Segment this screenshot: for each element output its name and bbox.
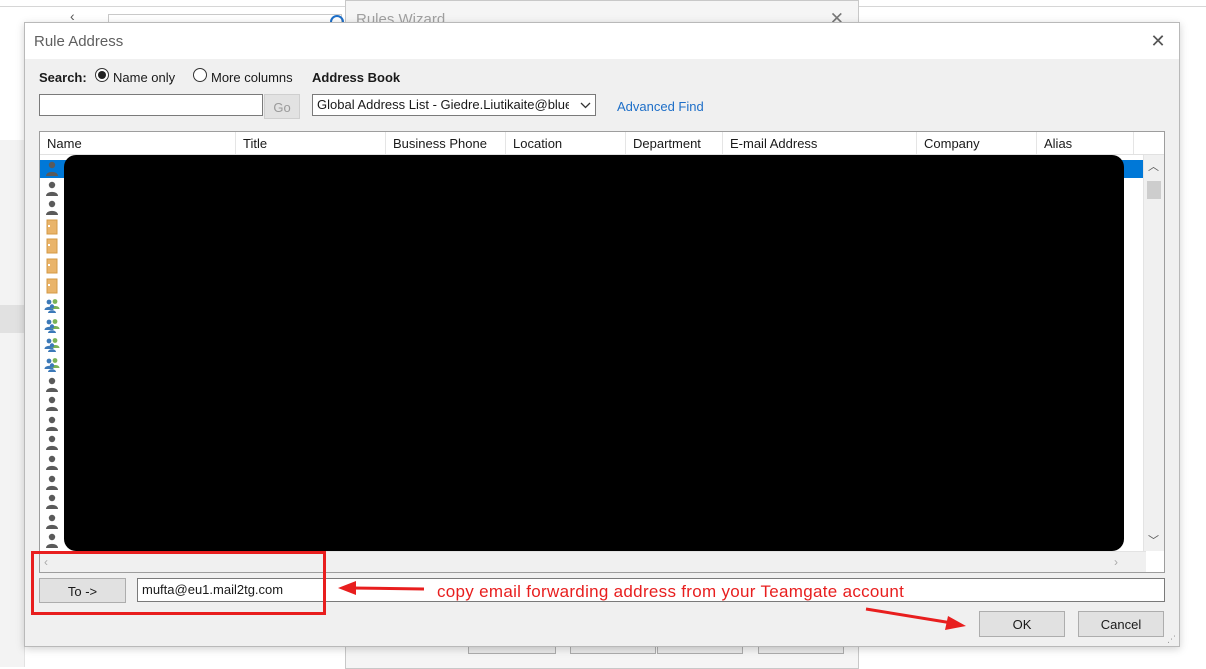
person-icon [44, 454, 60, 470]
scroll-right-icon[interactable]: › [1114, 555, 1118, 569]
column-header-alias[interactable]: Alias [1037, 132, 1134, 154]
person-icon [44, 474, 60, 490]
person-icon [44, 160, 60, 176]
folder-contact-icon [44, 258, 60, 274]
person-icon [44, 434, 60, 451]
annotation-text: copy email forwarding address from your … [437, 582, 905, 601]
address-book-select[interactable]: Global Address List - Giedre.Liutikaite@… [312, 94, 596, 116]
dialog-titlebar: Rule Address ✕ [25, 23, 1179, 59]
address-list[interactable]: Name Title Business Phone Location Depar… [39, 131, 1165, 573]
column-header-title[interactable]: Title [236, 132, 386, 154]
column-header-row: Name Title Business Phone Location Depar… [40, 132, 1164, 155]
more-columns-radio[interactable] [193, 68, 207, 82]
person-icon [44, 493, 60, 510]
search-label: Search: [39, 70, 87, 85]
annotation-highlight-box [31, 551, 326, 615]
name-only-radio[interactable] [95, 68, 109, 82]
more-columns-label[interactable]: More columns [211, 70, 293, 85]
folder-contact-icon [44, 278, 60, 294]
column-header-business-phone[interactable]: Business Phone [386, 132, 506, 154]
search-input[interactable] [39, 94, 263, 116]
person-icon [44, 395, 60, 412]
column-header-email-address[interactable]: E-mail Address [723, 132, 917, 154]
advanced-find-link[interactable]: Advanced Find [617, 99, 704, 114]
folder-contact-icon [44, 219, 60, 235]
go-button[interactable]: Go [264, 94, 300, 119]
ok-button[interactable]: OK [979, 611, 1065, 637]
background-left-pane [0, 140, 25, 667]
name-only-label[interactable]: Name only [113, 70, 175, 85]
column-header-company[interactable]: Company [917, 132, 1037, 154]
person-icon [44, 532, 60, 549]
column-header-department[interactable]: Department [626, 132, 723, 154]
cancel-button[interactable]: Cancel [1078, 611, 1164, 637]
scroll-up-icon[interactable]: ︿ [1148, 158, 1159, 174]
resize-grip-icon[interactable]: ⋰ [1167, 634, 1177, 644]
chevron-down-icon [580, 95, 591, 115]
address-book-value: Global Address List - Giedre.Liutikaite@… [317, 97, 569, 112]
close-icon[interactable]: ✕ [1145, 30, 1171, 52]
scroll-down-icon[interactable]: ﹀ [1148, 532, 1159, 548]
person-icon [44, 415, 60, 431]
person-icon [44, 199, 60, 216]
group-icon [44, 336, 60, 353]
folder-contact-icon [44, 238, 60, 254]
column-header-location[interactable]: Location [506, 132, 626, 154]
dialog-title: Rule Address [34, 33, 124, 50]
person-icon [44, 180, 60, 196]
group-icon [44, 297, 60, 314]
background-left-selection [0, 305, 24, 333]
address-book-label: Address Book [312, 70, 401, 85]
vertical-scrollbar[interactable]: ︿ ﹀ [1143, 155, 1164, 551]
group-icon [44, 317, 60, 333]
column-header-name[interactable]: Name [40, 132, 236, 154]
group-icon [44, 356, 60, 372]
scrollbar-thumb[interactable] [1147, 181, 1161, 199]
person-icon [44, 513, 60, 529]
redacted-content [64, 155, 1124, 551]
person-icon [44, 376, 60, 392]
